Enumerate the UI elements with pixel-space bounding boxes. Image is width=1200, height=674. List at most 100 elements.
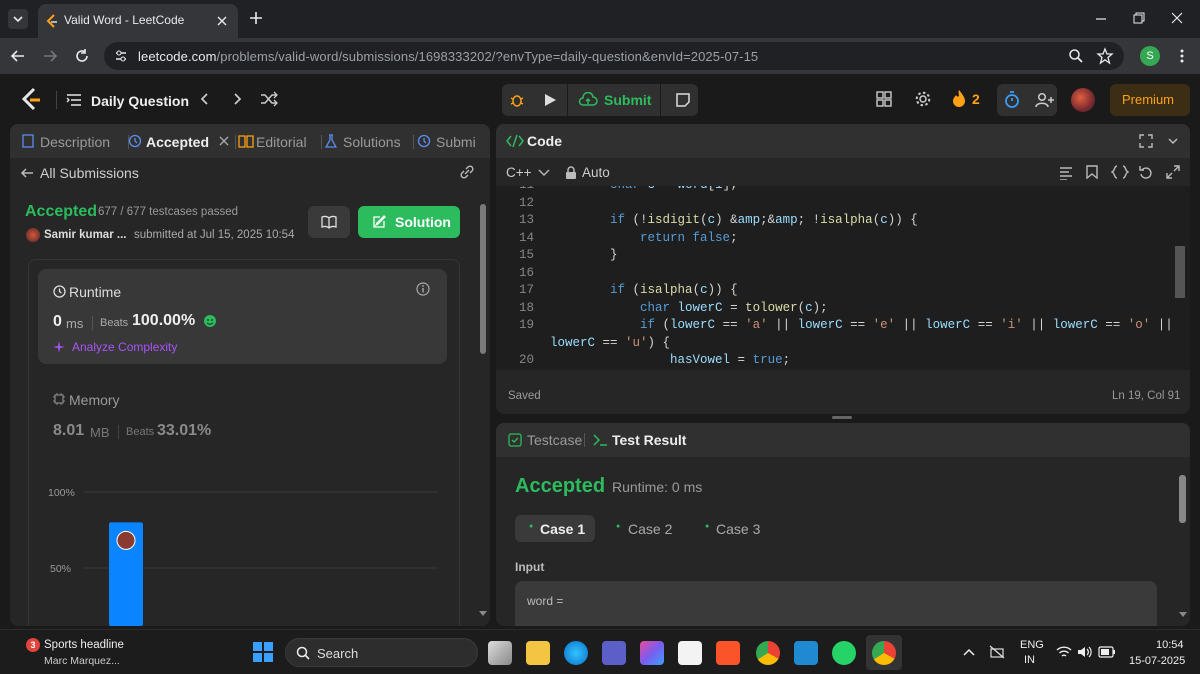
- tab-submissions[interactable]: Submi: [436, 134, 476, 150]
- submit-button[interactable]: Submit: [567, 84, 661, 116]
- layout-icon[interactable]: [876, 91, 892, 107]
- task-view-icon[interactable]: [488, 641, 512, 665]
- reset-icon[interactable]: [1139, 165, 1153, 179]
- all-submissions-link[interactable]: All Submissions: [40, 165, 139, 181]
- code-line[interactable]: 20 hasVowel = true;: [496, 353, 1176, 370]
- format-icon[interactable]: [1059, 166, 1073, 180]
- code-line[interactable]: 17 if (isalpha(c)) {: [496, 283, 1176, 301]
- solution-button[interactable]: Solution: [358, 206, 460, 238]
- browser-tab-active[interactable]: Valid Word - LeetCode: [38, 4, 238, 38]
- run-button[interactable]: [535, 84, 565, 116]
- chrome-profile-icon[interactable]: [872, 641, 896, 665]
- tab-accepted[interactable]: Accepted: [146, 134, 209, 150]
- file-explorer-icon[interactable]: [526, 641, 550, 665]
- restore-icon[interactable]: [1132, 11, 1146, 25]
- wifi-icon[interactable]: [1056, 645, 1072, 659]
- tab-search-button[interactable]: [8, 9, 28, 29]
- minimize-icon[interactable]: [1094, 12, 1108, 26]
- network-off-icon[interactable]: [989, 645, 1005, 659]
- runtime-card[interactable]: Runtime 0 ms Beats 100.00% Analyze Compl…: [38, 269, 447, 364]
- edge-icon[interactable]: [564, 641, 588, 665]
- chevron-up-icon[interactable]: [963, 647, 975, 657]
- code-line[interactable]: 13 if (!isdigit(c) &amp;&amp; !isalpha(c…: [496, 213, 1176, 231]
- debug-button[interactable]: [502, 84, 532, 116]
- tab-testcase[interactable]: Testcase: [527, 432, 582, 448]
- code-line[interactable]: 11 char c = word[i];: [496, 186, 1176, 196]
- reload-icon[interactable]: [74, 48, 90, 64]
- expand-icon[interactable]: [1166, 165, 1180, 179]
- case-tab-3[interactable]: ● Case 3: [696, 515, 776, 542]
- tab-test-result[interactable]: Test Result: [612, 432, 686, 448]
- leetcode-logo[interactable]: [20, 87, 42, 111]
- whatsapp-icon[interactable]: [832, 641, 856, 665]
- code-line[interactable]: 19 if (lowerC == 'a' || lowerC == 'e' ||…: [496, 318, 1176, 336]
- premium-button[interactable]: Premium: [1110, 84, 1190, 116]
- collapse-icon[interactable]: [1166, 134, 1180, 148]
- scroll-down-icon[interactable]: [478, 610, 488, 618]
- close-window-icon[interactable]: [1170, 11, 1184, 25]
- teams-icon[interactable]: [602, 641, 626, 665]
- back-arrow-icon[interactable]: [10, 48, 26, 64]
- chevron-down-icon[interactable]: [538, 168, 550, 178]
- braces-icon[interactable]: [1111, 165, 1129, 179]
- language-indicator[interactable]: ENG: [1020, 639, 1044, 651]
- copilot-icon[interactable]: [640, 641, 664, 665]
- store-icon[interactable]: [678, 641, 702, 665]
- chevron-right-icon[interactable]: [229, 91, 245, 107]
- bookmark-icon[interactable]: [1086, 165, 1098, 179]
- editor-scrollbar-thumb[interactable]: [1175, 246, 1185, 298]
- code-line[interactable]: 18 char lowerC = tolower(c);: [496, 301, 1176, 319]
- brave-icon[interactable]: [716, 641, 740, 665]
- tab-solutions[interactable]: Solutions: [343, 134, 401, 150]
- chrome-menu-icon[interactable]: [1174, 48, 1190, 64]
- submitter-name[interactable]: Samir kumar ...: [44, 229, 126, 241]
- code-line[interactable]: 16: [496, 266, 1176, 284]
- chevron-left-icon[interactable]: [197, 91, 213, 107]
- code-line[interactable]: 15 }: [496, 248, 1176, 266]
- analyze-complexity-link[interactable]: Analyze Complexity: [72, 340, 177, 354]
- user-avatar[interactable]: [1071, 88, 1095, 112]
- battery-icon[interactable]: [1098, 646, 1116, 658]
- streak-count[interactable]: 2: [972, 91, 980, 107]
- maximize-icon[interactable]: [1139, 134, 1153, 148]
- news-title[interactable]: Sports headline: [44, 639, 124, 651]
- address-bar[interactable]: leetcode.com/problems/valid-word/submiss…: [104, 42, 1124, 70]
- language-select[interactable]: C++: [506, 165, 532, 180]
- shuffle-icon[interactable]: [260, 91, 278, 107]
- case-tab-2[interactable]: ● Case 2: [606, 515, 686, 542]
- code-line[interactable]: 14 return false;: [496, 231, 1176, 249]
- panel-resize-handle[interactable]: [832, 416, 852, 419]
- left-scrollbar-thumb[interactable]: [480, 204, 486, 354]
- mode-label[interactable]: Auto: [582, 165, 610, 180]
- notes-button[interactable]: [668, 84, 698, 116]
- scroll-down-icon[interactable]: [1178, 611, 1188, 619]
- chrome-icon[interactable]: [756, 641, 780, 665]
- close-tab-icon[interactable]: [219, 136, 229, 146]
- region-indicator[interactable]: IN: [1024, 654, 1035, 666]
- clock-time[interactable]: 10:54: [1156, 639, 1184, 651]
- new-tab-icon[interactable]: [249, 11, 263, 25]
- code-editor[interactable]: 11 char c = word[i];1213 if (!isdigit(c)…: [496, 186, 1190, 370]
- volume-icon[interactable]: [1077, 645, 1093, 659]
- list-icon[interactable]: [66, 92, 82, 108]
- back-arrow-icon[interactable]: [20, 166, 34, 180]
- tab-description[interactable]: Description: [40, 134, 110, 150]
- result-scrollbar-thumb[interactable]: [1179, 475, 1186, 523]
- memory-card[interactable]: Memory 8.01 MB Beats 33.01%: [38, 376, 447, 456]
- info-icon[interactable]: [416, 282, 430, 296]
- bookmark-star-icon[interactable]: [1096, 47, 1114, 65]
- site-info-icon[interactable]: [114, 49, 128, 63]
- editorial-button[interactable]: [308, 206, 350, 238]
- news-subtitle[interactable]: Marc Marquez...: [44, 655, 120, 667]
- daily-question-link[interactable]: Daily Question: [91, 93, 189, 109]
- tab-editorial[interactable]: Editorial: [256, 134, 307, 150]
- gear-icon[interactable]: [915, 91, 931, 107]
- forward-arrow-icon[interactable]: [42, 48, 58, 64]
- taskbar-search-box[interactable]: Search: [285, 638, 478, 667]
- zoom-icon[interactable]: [1068, 48, 1084, 64]
- link-icon[interactable]: [458, 164, 476, 180]
- flame-icon[interactable]: [952, 89, 966, 107]
- clock-date[interactable]: 15-07-2025: [1129, 655, 1185, 667]
- profile-avatar[interactable]: S: [1140, 46, 1160, 66]
- vscode-icon[interactable]: [794, 641, 818, 665]
